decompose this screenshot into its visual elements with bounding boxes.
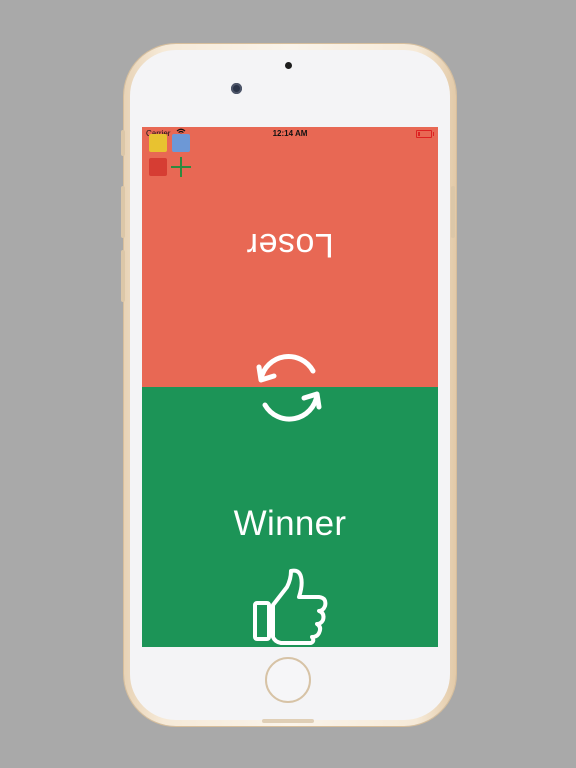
home-button[interactable] xyxy=(265,657,311,703)
loser-panel[interactable]: Carrier 12:14 AM Loser xyxy=(142,127,438,387)
add-color-button[interactable] xyxy=(171,157,191,177)
bottom-edge-detail xyxy=(262,719,314,723)
battery-icon xyxy=(416,130,434,138)
mute-switch xyxy=(121,130,125,156)
blue-color-swatch[interactable] xyxy=(172,134,190,152)
app-screen: Carrier 12:14 AM Loser Winner xyxy=(142,127,438,647)
proximity-sensor xyxy=(285,62,292,69)
power-button xyxy=(451,186,455,238)
thumbs-up-icon xyxy=(251,567,329,645)
refresh-icon[interactable] xyxy=(249,349,329,425)
battery-level-fill xyxy=(418,132,420,136)
loser-label: Loser xyxy=(246,226,334,264)
red-color-swatch[interactable] xyxy=(149,158,167,176)
volume-up-button xyxy=(121,186,125,238)
volume-down-button xyxy=(121,250,125,302)
front-camera xyxy=(231,83,242,94)
winner-label: Winner xyxy=(233,504,347,543)
yellow-color-swatch[interactable] xyxy=(149,134,167,152)
